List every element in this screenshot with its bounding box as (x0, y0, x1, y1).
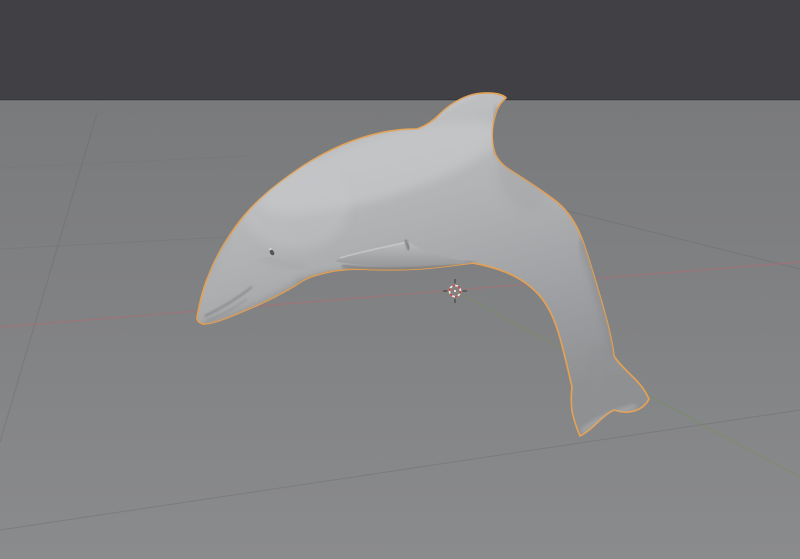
3d-viewport[interactable] (0, 0, 800, 559)
horizon-line (0, 99, 800, 100)
sky-background (0, 0, 800, 100)
viewport-canvas[interactable] (0, 0, 800, 559)
